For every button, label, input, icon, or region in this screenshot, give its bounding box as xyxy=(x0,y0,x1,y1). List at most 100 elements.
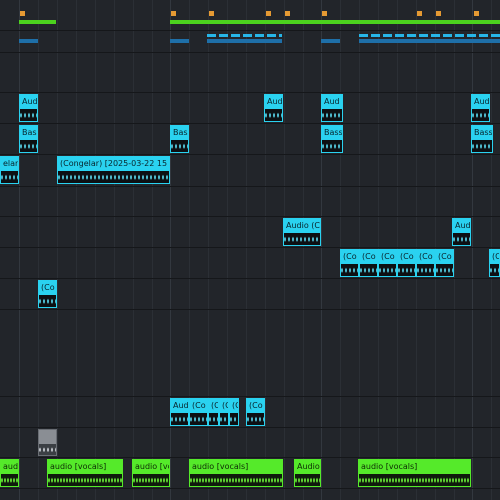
automation-segment[interactable] xyxy=(359,34,500,37)
waveform xyxy=(20,109,37,121)
waveform xyxy=(453,233,470,245)
bass-clip[interactable]: Bass xyxy=(170,125,189,153)
audio-clip[interactable]: (Co xyxy=(38,280,57,308)
frozen-clip[interactable] xyxy=(38,429,57,456)
locator-marker[interactable] xyxy=(322,11,327,16)
waveform xyxy=(39,295,56,307)
locator-marker[interactable] xyxy=(474,11,479,16)
waveform xyxy=(58,171,169,183)
locator-marker[interactable] xyxy=(171,11,176,16)
waveform xyxy=(171,140,188,152)
waveform xyxy=(322,140,342,152)
audio-clip[interactable]: (Co xyxy=(397,249,416,277)
audio-clip[interactable]: (Co xyxy=(359,249,378,277)
grid-line xyxy=(284,0,285,500)
audio-clip[interactable]: Aud xyxy=(471,94,490,122)
automation-segment[interactable] xyxy=(170,39,189,43)
track-separator xyxy=(0,154,500,155)
grid-line xyxy=(19,0,20,500)
grid-line xyxy=(95,0,96,500)
audio-clip[interactable]: (C xyxy=(208,398,219,426)
track-separator xyxy=(0,309,500,310)
locator-marker[interactable] xyxy=(266,11,271,16)
automation-segment[interactable] xyxy=(19,39,38,43)
waveform xyxy=(295,474,320,486)
audio-clip[interactable]: (Co xyxy=(246,398,265,426)
waveform xyxy=(171,413,188,425)
bass-clip[interactable]: Bass xyxy=(471,125,493,153)
waveform xyxy=(133,474,169,486)
bass-clip[interactable]: Bass xyxy=(321,125,343,153)
track-separator xyxy=(0,216,500,217)
loop-brace[interactable] xyxy=(170,20,500,24)
audio-clip[interactable]: Aud xyxy=(321,94,343,122)
audio-clip[interactable]: Audio ( xyxy=(452,218,471,246)
frozen-audio-clip[interactable]: elar) xyxy=(0,156,19,184)
track-separator xyxy=(0,186,500,187)
waveform xyxy=(48,474,122,486)
grid-line xyxy=(454,0,455,500)
bass-clip[interactable]: Bass xyxy=(19,125,38,153)
waveform xyxy=(417,264,434,276)
audio-clip[interactable]: (Co xyxy=(489,249,500,277)
loop-brace[interactable] xyxy=(19,20,56,24)
audio-clip[interactable]: Aud xyxy=(19,94,38,122)
grid-line xyxy=(265,0,266,500)
waveform xyxy=(379,264,396,276)
waveform xyxy=(398,264,415,276)
waveform xyxy=(265,109,282,121)
audio-clip[interactable]: Aud xyxy=(170,398,189,426)
vocal-clip[interactable]: audio [vocals] xyxy=(189,459,283,487)
waveform xyxy=(190,413,207,425)
track-separator xyxy=(0,92,500,93)
audio-clip[interactable]: Audio (Co xyxy=(283,218,321,246)
grid-line xyxy=(321,0,322,500)
waveform xyxy=(39,444,56,455)
waveform xyxy=(359,474,470,486)
automation-segment[interactable] xyxy=(207,34,282,37)
automation-segment[interactable] xyxy=(359,39,500,43)
grid-line xyxy=(114,0,115,500)
audio-clip[interactable]: (C xyxy=(219,398,229,426)
waveform xyxy=(322,109,342,121)
grid-line xyxy=(38,0,39,500)
frozen-audio-clip[interactable]: (Congelar) [2025-03-22 15 xyxy=(57,156,170,184)
locator-marker[interactable] xyxy=(209,11,214,16)
track-separator xyxy=(0,457,500,458)
audio-clip[interactable]: (Co xyxy=(416,249,435,277)
audio-clip[interactable]: (Co xyxy=(435,249,454,277)
arrangement-view[interactable]: Aud Aud Aud Aud Bass Bass Bass Bass elar… xyxy=(0,0,500,500)
waveform xyxy=(360,264,377,276)
vocal-clip[interactable]: audio [vocals] xyxy=(358,459,471,487)
locator-marker[interactable] xyxy=(20,11,25,16)
locator-marker[interactable] xyxy=(417,11,422,16)
audio-clip[interactable]: Aud xyxy=(264,94,283,122)
waveform xyxy=(1,171,18,183)
grid-line xyxy=(152,0,153,500)
track-separator xyxy=(0,30,500,31)
vocal-clip[interactable]: audio xyxy=(0,459,19,487)
grid-line xyxy=(303,0,304,500)
automation-segment[interactable] xyxy=(321,39,340,43)
grid-line xyxy=(57,0,58,500)
vocal-clip[interactable]: Audio xyxy=(294,459,321,487)
grid-line xyxy=(133,0,134,500)
waveform xyxy=(472,140,492,152)
locator-marker[interactable] xyxy=(285,11,290,16)
automation-segment[interactable] xyxy=(207,39,282,43)
vocal-clip[interactable]: audio [vo xyxy=(132,459,170,487)
waveform xyxy=(436,264,453,276)
track-separator xyxy=(0,52,500,53)
locator-marker[interactable] xyxy=(436,11,441,16)
track-separator xyxy=(0,123,500,124)
track-separator xyxy=(0,488,500,489)
audio-clip[interactable]: (Co xyxy=(378,249,397,277)
waveform xyxy=(190,474,282,486)
audio-clip[interactable]: (C xyxy=(229,398,239,426)
audio-clip[interactable]: (Co xyxy=(189,398,208,426)
audio-clip[interactable]: (Co xyxy=(340,249,359,277)
vocal-clip[interactable]: audio [vocals] xyxy=(47,459,123,487)
track-separator xyxy=(0,427,500,428)
waveform xyxy=(341,264,358,276)
track-separator xyxy=(0,278,500,279)
